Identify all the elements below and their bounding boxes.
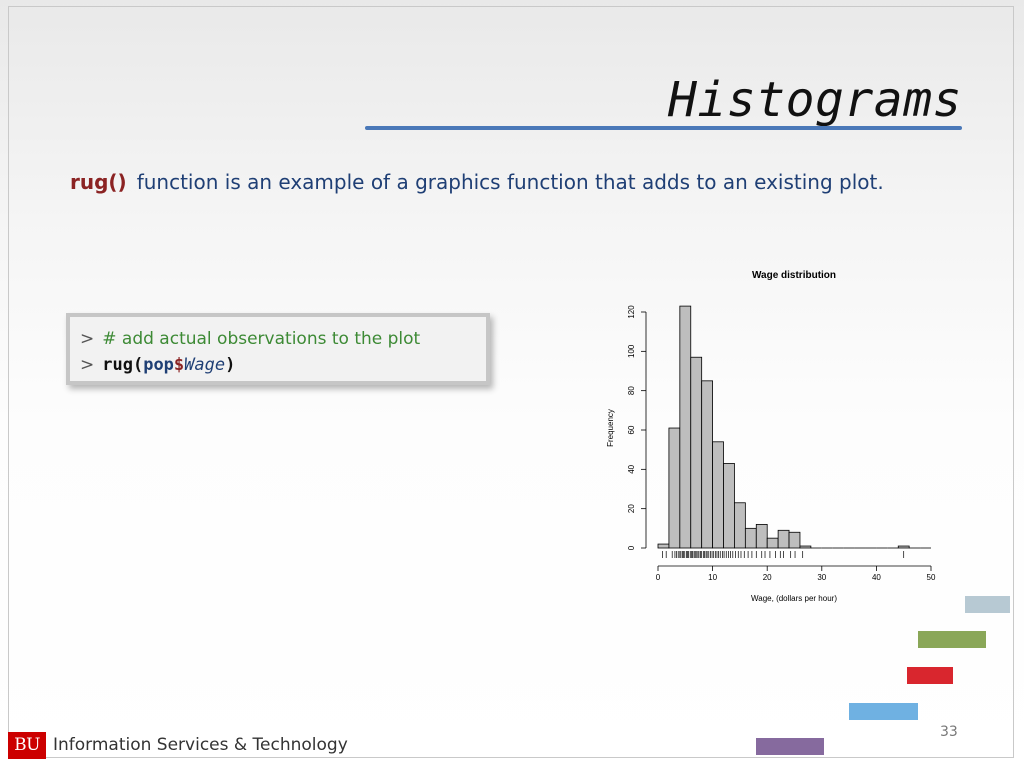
histogram-bar (712, 441, 724, 549)
histogram-bar (799, 545, 812, 549)
x-tick-label: 30 (817, 573, 826, 582)
y-axis-label: Frequency (606, 409, 615, 447)
intro-text: function is an example of a graphics fun… (136, 170, 884, 194)
slide: Histograms rug() function is an example o… (0, 0, 1024, 768)
bu-logo: BU (8, 732, 46, 759)
histogram-bar (723, 463, 735, 549)
code-function: rug( (102, 355, 144, 375)
chart-title: Wage distribution (752, 270, 836, 281)
histogram-bar (744, 527, 757, 549)
decorative-bar (756, 738, 824, 755)
intro-function-name: rug() (70, 170, 127, 194)
y-tick-label: 20 (627, 504, 636, 513)
histogram-bar (657, 543, 670, 549)
title-underline (365, 126, 962, 130)
x-axis-label: Wage, (dollars per hour) (751, 594, 837, 603)
y-tick-label: 0 (627, 545, 636, 550)
code-close-paren: ) (225, 355, 236, 375)
code-variable: Wage (184, 355, 226, 375)
code-object: pop (143, 355, 174, 375)
wage-histogram: Wage distribution 0 20 40 60 80 100 120 0 10 20 3… (606, 270, 936, 603)
x-tick-label: 0 (656, 573, 661, 582)
histogram-bar (690, 356, 703, 549)
slide-title: Histograms (668, 72, 962, 128)
y-tick-label: 120 (627, 305, 636, 319)
histogram-bar (788, 531, 801, 549)
y-axis: 0 20 40 60 80 100 120 (627, 305, 647, 550)
code-box: > # add actual observations to the plot >… (66, 313, 490, 385)
histogram-bar (777, 529, 790, 549)
code-line-2: > rug(pop$Wage) (80, 353, 235, 377)
y-tick-label: 40 (627, 464, 636, 473)
decorative-bar (965, 596, 1010, 613)
rug-marks (662, 551, 905, 558)
x-tick-label: 50 (927, 573, 936, 582)
x-axis: 0 10 20 30 40 50 (656, 565, 936, 582)
page-number: 33 (940, 724, 958, 740)
y-tick-label: 100 (627, 344, 636, 358)
intro-paragraph: rug() function is an example of a graphic… (70, 168, 900, 197)
histogram-bar (897, 545, 910, 549)
code-prompt: > (80, 329, 95, 349)
x-tick-label: 20 (763, 573, 772, 582)
y-tick-label: 60 (627, 425, 636, 434)
histogram-bar (766, 537, 779, 549)
code-prompt: > (80, 355, 95, 375)
histogram-bar (701, 380, 714, 549)
histogram-bars (657, 305, 931, 549)
decorative-bar (918, 631, 986, 648)
x-tick-label: 10 (708, 573, 717, 582)
histogram-bar (734, 502, 746, 549)
histogram-bar (668, 427, 681, 549)
decorative-bar (849, 703, 918, 720)
code-comment: # add actual observations to the plot (102, 329, 421, 349)
code-line-1: > # add actual observations to the plot (80, 327, 420, 351)
decorative-bar (907, 667, 953, 684)
histogram-bar (679, 305, 692, 549)
code-dollar-operator: $ (173, 355, 185, 375)
histogram-bar (755, 523, 768, 549)
footer-organization: Information Services & Technology (53, 735, 348, 755)
x-tick-label: 40 (872, 573, 881, 582)
y-tick-label: 80 (627, 386, 636, 395)
